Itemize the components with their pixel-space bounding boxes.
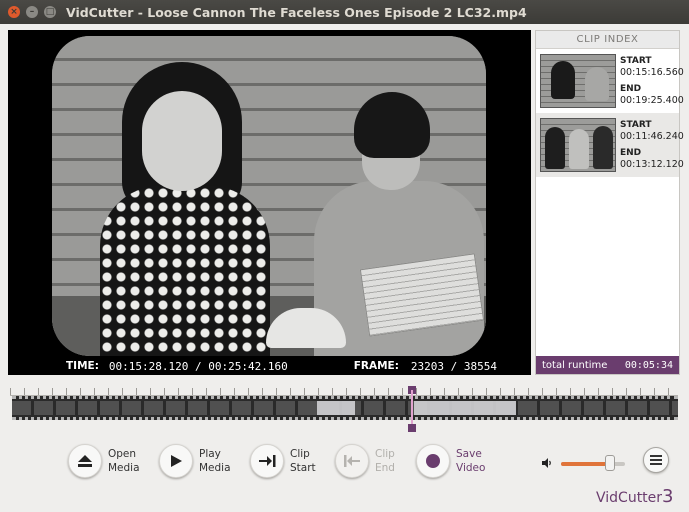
timeline-slider[interactable] [10, 382, 678, 432]
play-icon [159, 444, 193, 478]
timeline-playhead-handle[interactable] [408, 386, 417, 432]
frame-label: FRAME: [353, 360, 399, 372]
window-title: VidCutter - Loose Cannon The Faceless On… [66, 4, 527, 20]
volume-control[interactable] [541, 454, 625, 473]
playhead-line [411, 390, 414, 426]
clip-end-button[interactable]: Clip End [335, 444, 395, 478]
brand-name: VidCutter [596, 490, 663, 506]
playhead-bottom-icon [408, 424, 417, 432]
clip-start-icon [250, 444, 284, 478]
clip-end-label: Clip End [375, 448, 395, 474]
open-media-button[interactable]: Open Media [68, 444, 140, 478]
video-woman-dress [100, 186, 270, 356]
total-runtime-value: 00:05:34 [624, 359, 673, 371]
window-close-icon[interactable]: × [8, 6, 20, 18]
timeline-filmstrip[interactable] [12, 396, 678, 420]
save-dot-icon [416, 444, 450, 478]
clip-end-label: END [620, 84, 642, 94]
clip-thumbnail [540, 118, 616, 172]
clip-index-panel: CLIP INDEX START 00:15:16.560 END 00:19:… [535, 30, 684, 375]
timeline-clip-region [317, 401, 355, 415]
clip-times: START 00:11:46.240 END 00:13:12.120 [620, 119, 684, 171]
clip-start-time: 00:11:46.240 [620, 131, 684, 142]
clip-item[interactable]: START 00:15:16.560 END 00:19:25.400 [536, 49, 684, 113]
menu-button[interactable] [643, 447, 669, 473]
total-runtime-bar: total runtime 00:05:34 [536, 356, 679, 374]
save-video-label: Save Video [456, 448, 486, 474]
clip-start-label: START [620, 120, 652, 130]
time-label: TIME: [66, 360, 99, 372]
play-media-button[interactable]: Play Media [159, 444, 231, 478]
save-video-button[interactable]: Save Video [416, 444, 485, 478]
clip-start-button[interactable]: Clip Start [250, 444, 316, 478]
brand-logo: VidCutter3 [596, 486, 674, 507]
video-player[interactable]: TIME: 00:15:28.120 / 00:25:42.160 FRAME:… [8, 30, 531, 375]
video-info-bar: TIME: 00:15:28.120 / 00:25:42.160 FRAME:… [8, 357, 531, 375]
play-media-label: Play Media [199, 448, 231, 474]
time-value: 00:15:28.120 / 00:25:42.160 [108, 359, 288, 373]
title-bar: × – □ VidCutter - Loose Cannon The Facel… [0, 0, 689, 24]
clip-end-label: END [620, 148, 642, 158]
video-frame-image [52, 36, 486, 356]
clip-start-label: START [620, 56, 652, 66]
clip-times: START 00:15:16.560 END 00:19:25.400 [620, 55, 684, 107]
frame-value: 23203 / 38554 [410, 359, 498, 373]
clip-thumbnail [540, 54, 616, 108]
brand-version: 3 [662, 486, 674, 507]
volume-slider-knob[interactable] [604, 454, 615, 471]
timeline-ticks [10, 382, 678, 396]
speaker-icon[interactable] [541, 454, 553, 473]
clip-item[interactable]: START 00:11:46.240 END 00:13:12.120 [536, 113, 684, 177]
timeline-clip-region [413, 401, 517, 415]
eject-icon [68, 444, 102, 478]
clip-end-time: 00:13:12.120 [620, 159, 684, 170]
window-minimize-icon[interactable]: – [26, 6, 38, 18]
toolbar: Open Media Play Media Clip Start Clip End Sa [0, 438, 689, 512]
hamburger-menu-icon [649, 451, 663, 470]
volume-slider-fill [561, 461, 610, 466]
clip-end-icon [335, 444, 369, 478]
video-woman-face [142, 91, 222, 191]
clip-start-time: 00:15:16.560 [620, 67, 684, 78]
clip-end-time: 00:19:25.400 [620, 95, 684, 106]
open-media-label: Open Media [108, 448, 140, 474]
window-maximize-icon[interactable]: □ [44, 6, 56, 18]
clip-start-label: Clip Start [290, 448, 316, 474]
clip-index-header: CLIP INDEX [536, 31, 679, 49]
total-runtime-label: total runtime [542, 359, 608, 371]
volume-slider[interactable] [561, 454, 625, 471]
video-man-hair [354, 92, 430, 158]
